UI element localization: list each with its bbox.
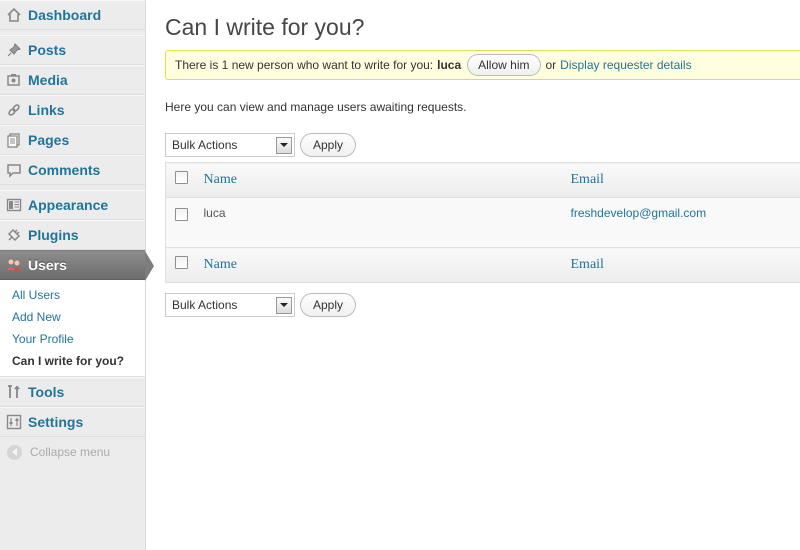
media-icon (6, 72, 22, 88)
comment-icon (6, 162, 22, 178)
collapse-menu-label: Collapse menu (30, 445, 111, 459)
row-email-cell: freshdevelop@gmail.com (570, 197, 800, 248)
menu-settings[interactable]: Settings (0, 407, 145, 437)
bulk-actions-select-bottom[interactable]: Bulk Actions (165, 293, 295, 317)
column-name-footer[interactable]: Name (203, 247, 571, 283)
menu-tools-label: Tools (28, 384, 65, 400)
tablenav-top: Bulk Actions Apply (165, 132, 800, 158)
menu-posts-label: Posts (28, 42, 67, 58)
link-icon (6, 102, 22, 118)
menu-plugins-label: Plugins (28, 227, 79, 243)
menu-pages[interactable]: Pages (0, 125, 145, 155)
menu-users[interactable]: Users (0, 250, 154, 281)
bulk-actions-value: Bulk Actions (172, 138, 238, 152)
menu-posts[interactable]: Posts (0, 35, 145, 65)
intro-text: Here you can view and manage users await… (165, 100, 467, 114)
table-row: luca freshdevelop@gmail.com (165, 197, 800, 248)
collapse-menu-button[interactable]: Collapse menu (0, 437, 145, 467)
settings-icon (6, 414, 22, 430)
select-all-checkbox-footer-cell (165, 247, 204, 283)
column-name-header[interactable]: Name (203, 162, 571, 198)
main-content: Can I write for you? There is 1 new pers… (165, 0, 800, 318)
menu-pages-label: Pages (28, 132, 70, 148)
notice-username: luca (437, 58, 462, 72)
select-all-checkbox[interactable] (175, 171, 188, 184)
notice-text: There is 1 new person who want to write … (175, 58, 434, 72)
select-all-checkbox-cell (165, 162, 204, 198)
column-email-header[interactable]: Email (570, 162, 800, 198)
menu-settings-label: Settings (28, 414, 84, 430)
pin-icon (6, 42, 22, 58)
menu-tools[interactable]: Tools (0, 377, 145, 407)
tablenav-bottom: Bulk Actions Apply (165, 292, 800, 318)
page-title: Can I write for you? (165, 14, 365, 40)
menu-links[interactable]: Links (0, 95, 145, 125)
update-notice: There is 1 new person who want to write … (165, 50, 800, 80)
dashboard-icon (6, 7, 22, 23)
submenu-all-users[interactable]: All Users (0, 284, 145, 306)
requests-table: Name Email luca freshdevelop@gmail.com N… (165, 162, 800, 283)
menu-appearance-label: Appearance (28, 197, 109, 213)
collapse-arrow-icon (7, 444, 22, 460)
menu-plugins[interactable]: Plugins (0, 220, 145, 250)
menu-comments-label: Comments (28, 162, 101, 178)
plugin-icon (6, 227, 22, 243)
menu-links-label: Links (28, 102, 65, 118)
apply-button-bottom[interactable]: Apply (300, 293, 357, 317)
row-name: luca (203, 197, 571, 248)
row-email-link[interactable]: freshdevelop@gmail.com (571, 206, 707, 220)
tools-icon (6, 384, 22, 400)
menu-dashboard-label: Dashboard (28, 7, 102, 23)
bulk-actions-value-bottom: Bulk Actions (172, 298, 238, 312)
column-email-footer[interactable]: Email (570, 247, 800, 283)
menu-media-label: Media (28, 72, 68, 88)
row-checkbox[interactable] (175, 208, 188, 221)
bulk-actions-select-top[interactable]: Bulk Actions (165, 133, 295, 157)
notice-or-text: or (545, 58, 557, 72)
submenu-can-i-write[interactable]: Can I write for you? (0, 350, 145, 372)
users-submenu: All Users Add New Your Profile Can I wri… (0, 280, 145, 377)
users-icon (6, 257, 22, 273)
pages-icon (6, 132, 22, 148)
submenu-your-profile[interactable]: Your Profile (0, 328, 145, 350)
menu-users-label: Users (28, 257, 67, 273)
appearance-icon (6, 197, 22, 213)
allow-him-button[interactable]: Allow him (467, 54, 541, 76)
row-checkbox-cell (165, 197, 204, 248)
dropdown-arrow-icon (276, 136, 292, 154)
apply-button-top[interactable]: Apply (300, 133, 357, 157)
dropdown-arrow-icon (276, 296, 292, 314)
menu-appearance[interactable]: Appearance (0, 190, 145, 220)
submenu-add-new[interactable]: Add New (0, 306, 145, 328)
menu-media[interactable]: Media (0, 65, 145, 95)
display-requester-details-link[interactable]: Display requester details (560, 58, 691, 72)
menu-dashboard[interactable]: Dashboard (0, 0, 145, 30)
select-all-checkbox-footer[interactable] (175, 256, 188, 269)
menu-comments[interactable]: Comments (0, 155, 145, 185)
admin-sidebar: Dashboard Posts Media Links Pages Commen… (0, 0, 154, 550)
